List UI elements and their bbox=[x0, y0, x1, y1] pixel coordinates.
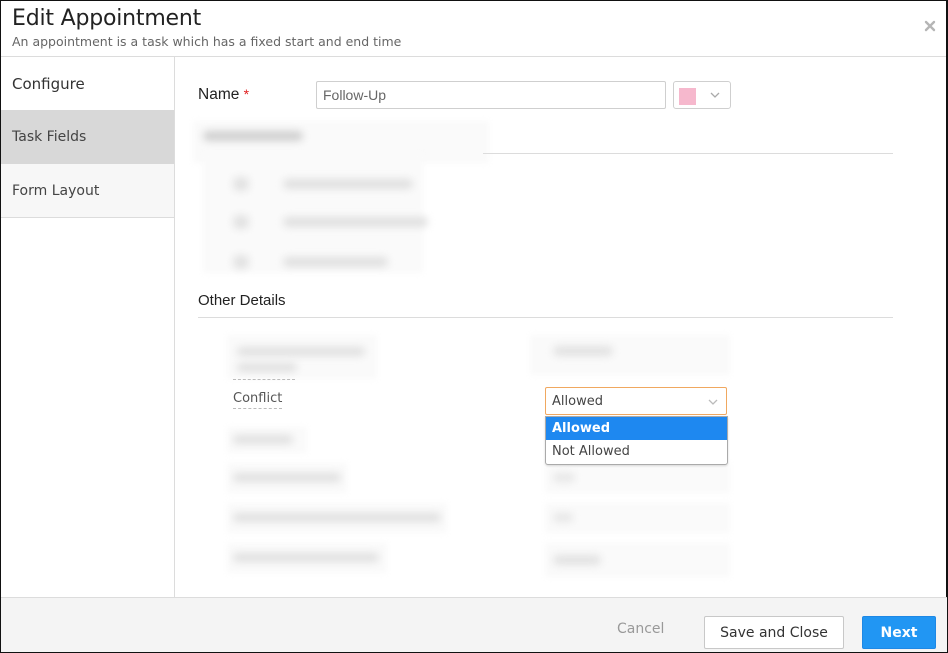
label-underline bbox=[233, 379, 295, 380]
required-marker: * bbox=[243, 86, 250, 102]
redacted-section-divider bbox=[483, 153, 893, 154]
redacted-select-value bbox=[553, 346, 613, 356]
other-details-divider bbox=[198, 317, 893, 318]
chevron-down-icon bbox=[708, 399, 718, 405]
redacted-field-label bbox=[233, 553, 379, 562]
redacted-select-value bbox=[553, 513, 573, 522]
redacted-field-label bbox=[237, 363, 297, 372]
redacted-select-value bbox=[553, 555, 601, 565]
cancel-button[interactable]: Cancel bbox=[617, 621, 664, 637]
dialog-subtitle: An appointment is a task which has a fix… bbox=[12, 34, 402, 49]
task-fields-content: Name * Other Details Conflict bbox=[175, 57, 947, 597]
conflict-select[interactable]: Allowed bbox=[545, 387, 727, 415]
redacted-field-label bbox=[237, 347, 365, 356]
name-label: Name * bbox=[198, 86, 249, 104]
redacted-checkbox-label bbox=[283, 179, 413, 189]
close-icon bbox=[924, 20, 936, 32]
dialog-footer: Cancel Save and Close Next bbox=[1, 597, 947, 652]
color-picker[interactable] bbox=[673, 81, 731, 109]
sidebar-nav: Configure Task Fields Form Layout bbox=[1, 57, 175, 597]
next-button[interactable]: Next bbox=[862, 616, 936, 649]
redacted-checkbox-label bbox=[283, 217, 428, 227]
redacted-field-row bbox=[227, 335, 377, 379]
color-swatch bbox=[679, 88, 696, 105]
dialog-title: Edit Appointment bbox=[12, 6, 202, 31]
sidebar-item-form-layout[interactable]: Form Layout bbox=[1, 164, 174, 218]
name-input[interactable] bbox=[316, 81, 666, 109]
save-and-close-button[interactable]: Save and Close bbox=[704, 616, 844, 649]
redacted-section-title bbox=[203, 131, 303, 141]
redacted-field-label bbox=[233, 513, 441, 522]
conflict-dropdown-list: Allowed Not Allowed bbox=[545, 416, 728, 465]
sidebar-item-task-fields[interactable]: Task Fields bbox=[1, 110, 174, 164]
chevron-down-icon bbox=[710, 92, 720, 98]
conflict-select-value: Allowed bbox=[552, 394, 603, 409]
redacted-checkbox bbox=[233, 255, 249, 269]
edit-appointment-dialog: Edit Appointment An appointment is a tas… bbox=[0, 0, 948, 653]
name-label-text: Name bbox=[198, 86, 240, 103]
redacted-field-label bbox=[233, 473, 341, 482]
redacted-select-value bbox=[553, 473, 575, 482]
redacted-checkbox-label bbox=[283, 257, 388, 267]
redacted-checkbox bbox=[233, 177, 249, 191]
sidebar-item-configure[interactable]: Configure bbox=[1, 57, 174, 110]
redacted-field-label bbox=[233, 435, 293, 444]
conflict-label: Conflict bbox=[233, 391, 283, 409]
dialog-header: Edit Appointment An appointment is a tas… bbox=[1, 1, 946, 57]
dropdown-option-not-allowed[interactable]: Not Allowed bbox=[546, 440, 727, 463]
redacted-checkbox bbox=[233, 215, 249, 229]
other-details-title: Other Details bbox=[198, 292, 286, 309]
dropdown-option-allowed[interactable]: Allowed bbox=[546, 417, 727, 440]
close-button[interactable] bbox=[924, 17, 940, 33]
